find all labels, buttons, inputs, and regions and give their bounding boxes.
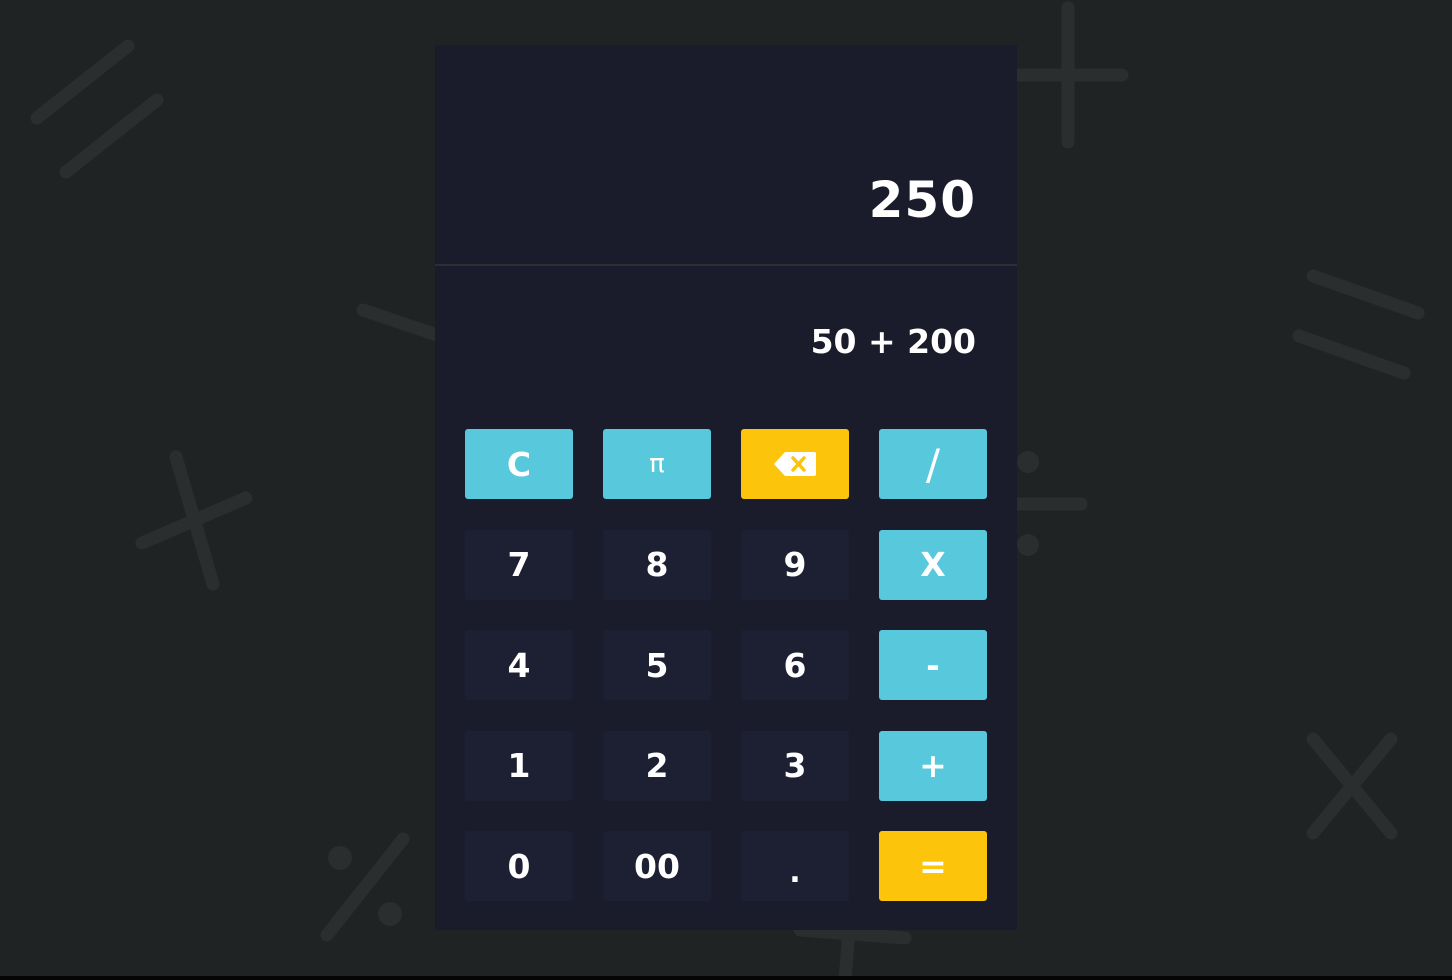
divide-button[interactable]: / xyxy=(879,429,987,499)
double-zero-button[interactable]: 00 xyxy=(603,831,711,901)
result-display: 250 xyxy=(435,45,1017,265)
one-button[interactable]: 1 xyxy=(465,730,573,801)
nine-button[interactable]: 9 xyxy=(741,529,849,600)
clear-label: C xyxy=(506,444,532,484)
pi-label: π xyxy=(649,449,665,479)
divide-label: / xyxy=(925,439,941,489)
minus-symbol-decoration xyxy=(356,303,447,343)
two-label: 2 xyxy=(645,746,669,785)
add-button[interactable]: + xyxy=(879,730,987,801)
add-label: + xyxy=(919,746,947,785)
seven-button[interactable]: 7 xyxy=(465,529,573,600)
subtract-button[interactable]: - xyxy=(879,630,987,700)
plus-symbol-decoration xyxy=(1003,1,1129,149)
two-button[interactable]: 2 xyxy=(603,730,711,801)
display-divider xyxy=(435,264,1017,266)
five-label: 5 xyxy=(645,645,669,685)
nine-label: 9 xyxy=(783,545,807,584)
eight-label: 8 xyxy=(645,545,669,584)
clear-button[interactable]: C xyxy=(465,429,573,499)
four-button[interactable]: 4 xyxy=(465,630,573,700)
four-label: 4 xyxy=(507,645,531,685)
backspace-button[interactable] xyxy=(741,429,849,499)
multiply-symbol-decoration xyxy=(1306,732,1398,840)
three-label: 3 xyxy=(783,746,807,785)
decimal-label: . xyxy=(789,854,801,890)
five-button[interactable]: 5 xyxy=(603,630,711,700)
decimal-button[interactable]: . xyxy=(741,831,849,901)
multiply-button[interactable]: X xyxy=(879,529,987,600)
six-label: 6 xyxy=(783,645,807,685)
three-button[interactable]: 3 xyxy=(741,730,849,801)
pi-button[interactable]: π xyxy=(603,429,711,499)
one-label: 1 xyxy=(507,746,531,785)
result-value: 250 xyxy=(868,171,976,229)
equals-button[interactable]: = xyxy=(879,831,987,901)
plus-symbol-decoration-left xyxy=(135,450,253,591)
calculator-panel: 250 50 + 200 C π / 7 8 9 X 4 5 6 - 1 2 3… xyxy=(435,45,1017,930)
zero-label: 0 xyxy=(507,846,531,886)
multiply-label: X xyxy=(920,545,946,584)
subtract-label: - xyxy=(926,645,940,685)
expression-display: 50 + 200 xyxy=(810,322,976,361)
seven-label: 7 xyxy=(507,545,531,584)
equals-symbol-decoration xyxy=(30,39,164,179)
six-button[interactable]: 6 xyxy=(741,630,849,700)
window-bottom-edge xyxy=(0,976,1452,980)
eight-button[interactable]: 8 xyxy=(603,529,711,600)
double-zero-label: 00 xyxy=(634,846,680,886)
plus-symbol-decoration-bottom xyxy=(793,923,912,980)
keypad: C π / 7 8 9 X 4 5 6 - 1 2 3 + 0 00 . = xyxy=(465,429,987,901)
backspace-icon xyxy=(774,452,816,476)
equals-symbol-decoration-right xyxy=(1292,269,1425,380)
equals-label: = xyxy=(919,846,947,886)
zero-button[interactable]: 0 xyxy=(465,831,573,901)
